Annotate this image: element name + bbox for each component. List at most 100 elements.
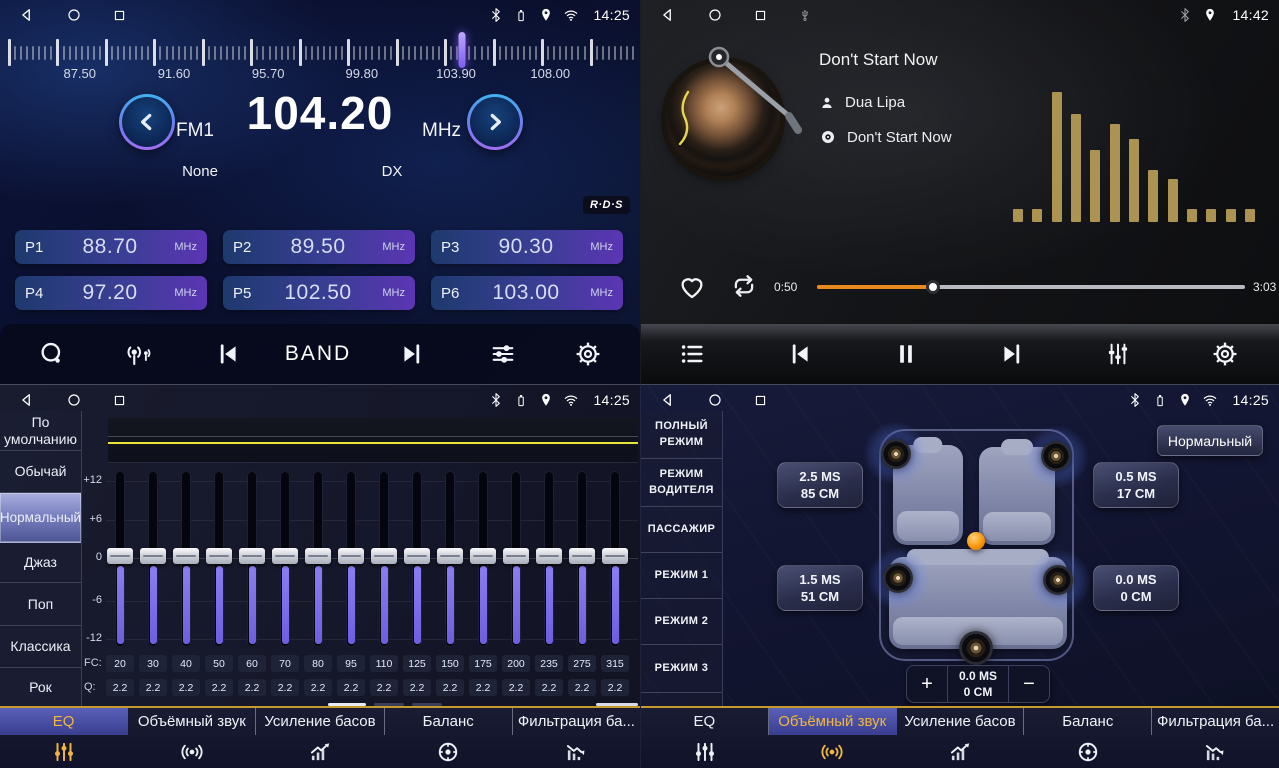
- listening-position-marker[interactable]: [967, 532, 985, 550]
- increase-delay-button[interactable]: +: [907, 666, 947, 702]
- recents-icon[interactable]: [112, 393, 127, 408]
- home-icon[interactable]: [66, 392, 82, 408]
- soundfield-mode-6[interactable]: РЕЖИМ 3: [641, 645, 722, 693]
- eq-band-2-knob[interactable]: [140, 548, 166, 564]
- tune-down-button[interactable]: [119, 94, 175, 150]
- home-icon[interactable]: [66, 7, 82, 23]
- delay-ms: 0.0 MS: [1115, 572, 1156, 587]
- soundfield-mode-1[interactable]: ПОЛНЫЙ РЕЖИМ: [641, 411, 722, 459]
- decrease-delay-button[interactable]: −: [1009, 666, 1049, 702]
- dial-tick: [323, 46, 325, 60]
- eq-band-14-knob[interactable]: [536, 548, 562, 564]
- bass-filter-icon[interactable]: [512, 735, 640, 768]
- preset-button-p5[interactable]: P5 102.50 MHz: [223, 276, 415, 310]
- soundfield-mode-2[interactable]: РЕЖИМ ВОДИТЕЛЯ: [641, 459, 722, 507]
- broadcast-button[interactable]: [123, 339, 153, 369]
- eq-band-11-knob[interactable]: [437, 548, 463, 564]
- soundfield-mode-4[interactable]: РЕЖИМ 1: [641, 553, 722, 599]
- eq-band-5-knob[interactable]: [239, 548, 265, 564]
- eq-band-9-knob[interactable]: [371, 548, 397, 564]
- eq-band-8-knob[interactable]: [338, 548, 364, 564]
- pause-button[interactable]: [892, 340, 920, 368]
- gear-icon: [574, 340, 602, 368]
- dial-tick: [341, 46, 343, 60]
- delay-front-right-button[interactable]: 0.5 MS 17 CM: [1093, 462, 1179, 508]
- equalizer-button[interactable]: [1104, 340, 1132, 368]
- eq-band-10-knob[interactable]: [404, 548, 430, 564]
- delay-front-left-button[interactable]: 2.5 MS 85 CM: [777, 462, 863, 508]
- eq-preset-2[interactable]: Обычай: [0, 451, 81, 493]
- tab-2-label[interactable]: Объёмный звук: [769, 708, 897, 735]
- seek-bar[interactable]: [817, 285, 1245, 289]
- preset-id: P3: [441, 239, 471, 256]
- scan-stations-button[interactable]: [38, 340, 66, 368]
- previous-track-button[interactable]: [786, 340, 814, 368]
- preset-button-p1[interactable]: P1 88.70 MHz: [15, 230, 207, 264]
- artist-name: Dua Lipa: [845, 94, 905, 111]
- recents-icon[interactable]: [753, 393, 768, 408]
- eq-preset-4[interactable]: Джаз: [0, 543, 81, 583]
- surround-icon[interactable]: [769, 735, 897, 768]
- eq-preset-1[interactable]: По умолчанию: [0, 411, 81, 451]
- eq-sliders-icon[interactable]: [641, 735, 769, 768]
- eq-band-6-knob[interactable]: [272, 548, 298, 564]
- eq-band-4-knob[interactable]: [206, 548, 232, 564]
- settings-button[interactable]: [574, 340, 602, 368]
- tab-5-label[interactable]: Фильтрация ба...: [513, 708, 640, 735]
- seek-bar-handle[interactable]: [926, 280, 940, 294]
- tab-4-label[interactable]: Баланс: [1024, 708, 1152, 735]
- preset-button-p2[interactable]: P2 89.50 MHz: [223, 230, 415, 264]
- repeat-button[interactable]: [729, 271, 759, 306]
- eq-band-16-knob[interactable]: [602, 548, 628, 564]
- eq-preset-7[interactable]: Рок: [0, 668, 81, 707]
- back-icon[interactable]: [659, 391, 677, 409]
- band-button[interactable]: BAND: [285, 342, 351, 366]
- recents-icon[interactable]: [753, 8, 768, 23]
- eq-band-3-knob[interactable]: [173, 548, 199, 564]
- balance-icon[interactable]: [384, 735, 512, 768]
- bass-boost-icon[interactable]: [896, 735, 1024, 768]
- bass-filter-icon[interactable]: [1151, 735, 1279, 768]
- tab-3-label[interactable]: Усиление басов: [897, 708, 1025, 735]
- eq-sliders-icon[interactable]: [0, 735, 128, 768]
- next-track-button[interactable]: [998, 340, 1026, 368]
- tab-1-label[interactable]: EQ: [0, 708, 128, 735]
- eq-band-15-knob[interactable]: [569, 548, 595, 564]
- eq-band-1-knob[interactable]: [107, 548, 133, 564]
- home-icon[interactable]: [707, 392, 723, 408]
- delay-rear-left-button[interactable]: 1.5 MS 51 CM: [777, 565, 863, 611]
- preset-button-p3[interactable]: P3 90.30 MHz: [431, 230, 623, 264]
- frequency-dial[interactable]: [8, 36, 632, 70]
- next-station-button[interactable]: [398, 340, 426, 368]
- playlist-button[interactable]: [678, 340, 706, 368]
- eq-settings-button[interactable]: [489, 340, 517, 368]
- tab-3-label[interactable]: Усиление басов: [256, 708, 384, 735]
- back-icon[interactable]: [18, 391, 36, 409]
- surround-icon[interactable]: [128, 735, 256, 768]
- dial-tick: [75, 46, 77, 60]
- tune-up-button[interactable]: [467, 94, 523, 150]
- preset-button-p4[interactable]: P4 97.20 MHz: [15, 276, 207, 310]
- recents-icon[interactable]: [112, 8, 127, 23]
- back-icon[interactable]: [18, 6, 36, 24]
- settings-button[interactable]: [1211, 340, 1239, 368]
- tab-2-label[interactable]: Объёмный звук: [128, 708, 256, 735]
- preset-button-p6[interactable]: P6 103.00 MHz: [431, 276, 623, 310]
- delay-rear-right-button[interactable]: 0.0 MS 0 CM: [1093, 565, 1179, 611]
- soundfield-preset-button[interactable]: Нормальный: [1157, 425, 1263, 456]
- tab-4-label[interactable]: Баланс: [385, 708, 513, 735]
- eq-band-12-knob[interactable]: [470, 548, 496, 564]
- tab-1-label[interactable]: EQ: [641, 708, 769, 735]
- balance-icon[interactable]: [1024, 735, 1152, 768]
- eq-band-7-knob[interactable]: [305, 548, 331, 564]
- previous-station-button[interactable]: [214, 340, 242, 368]
- dial-tick: [511, 46, 513, 60]
- back-icon[interactable]: [659, 6, 677, 24]
- tab-5-label[interactable]: Фильтрация ба...: [1152, 708, 1279, 735]
- soundfield-mode-5[interactable]: РЕЖИМ 2: [641, 599, 722, 645]
- eq-band-13-knob[interactable]: [503, 548, 529, 564]
- home-icon[interactable]: [707, 7, 723, 23]
- bass-boost-icon[interactable]: [256, 735, 384, 768]
- favorite-button[interactable]: [677, 272, 707, 307]
- soundfield-mode-3[interactable]: ПАССАЖИР: [641, 507, 722, 553]
